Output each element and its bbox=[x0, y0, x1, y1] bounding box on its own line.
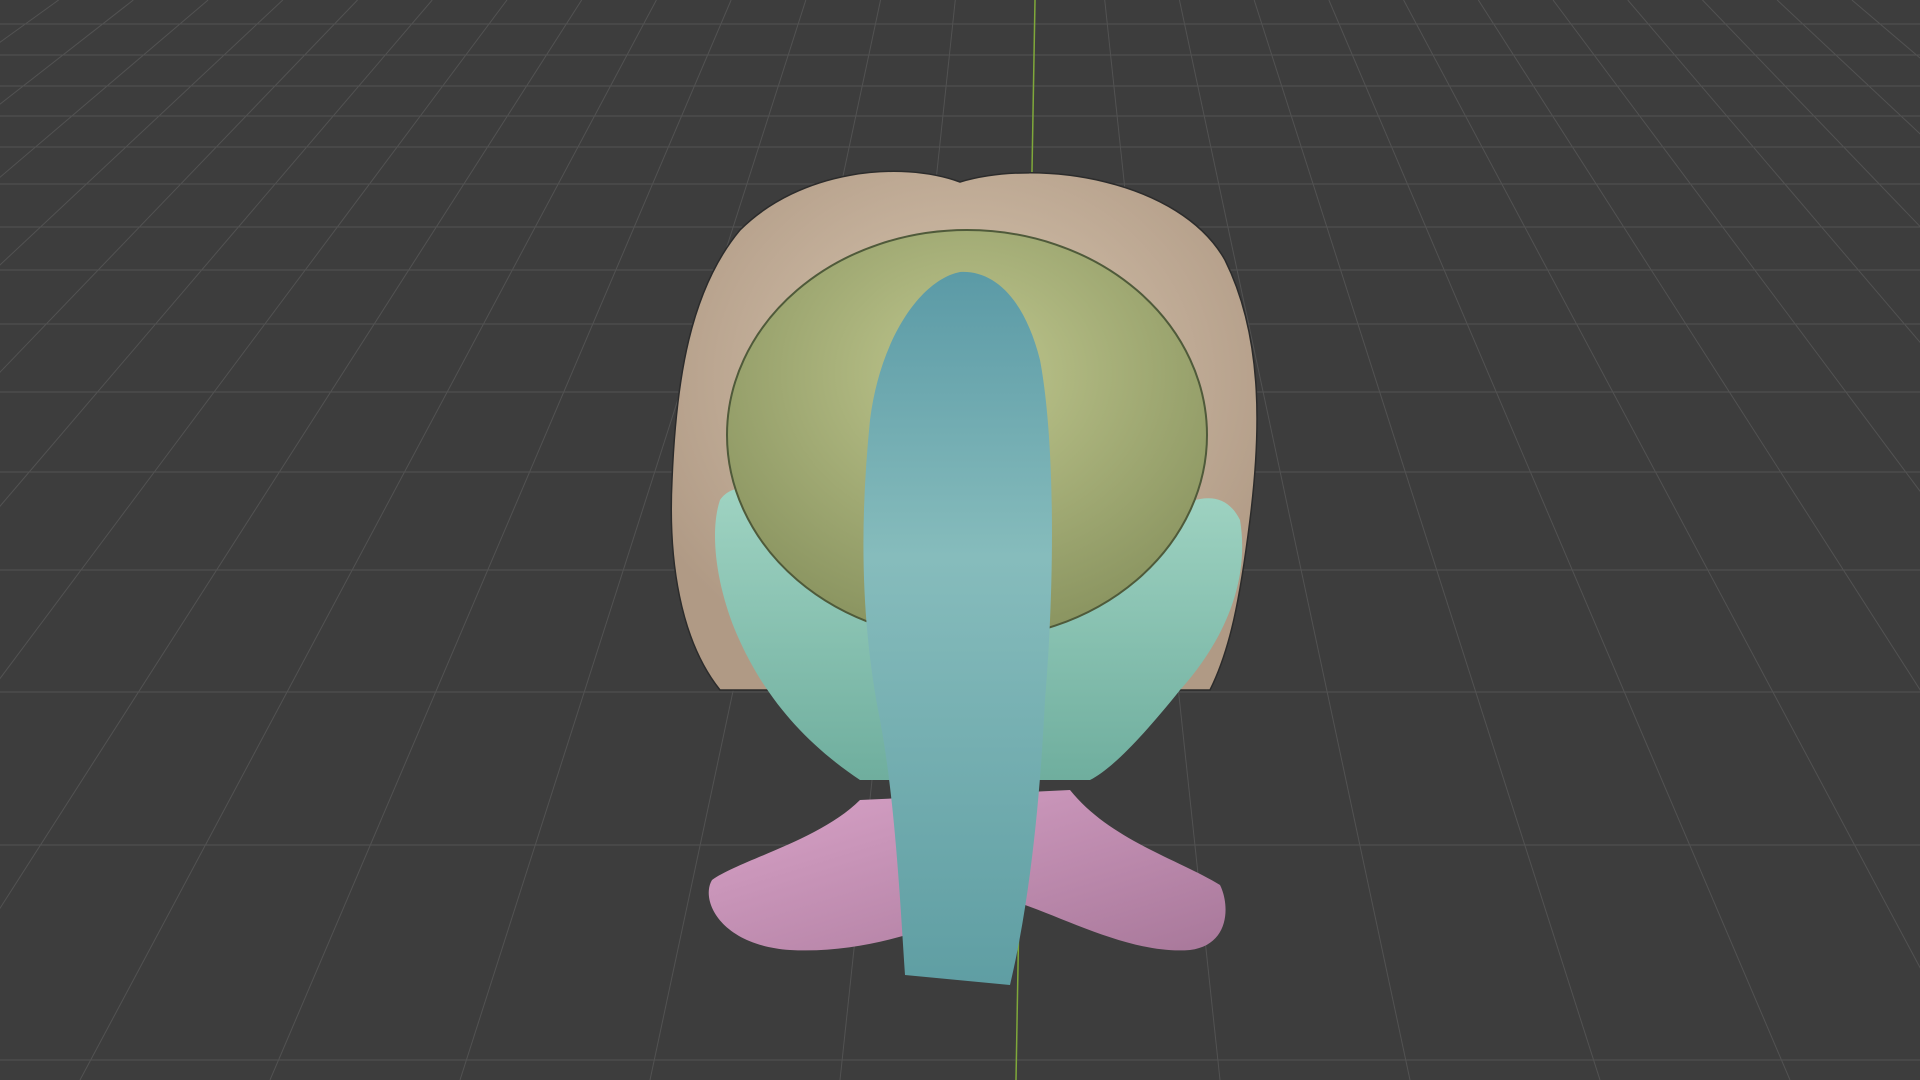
grid-line bbox=[79, 0, 657, 1080]
grid-line bbox=[0, 0, 59, 43]
grid-line bbox=[0, 0, 134, 105]
3d-viewport[interactable] bbox=[0, 0, 1920, 1080]
grid-line bbox=[0, 0, 284, 266]
hair-model[interactable] bbox=[670, 170, 1258, 985]
grid-line bbox=[0, 0, 433, 507]
grid-line bbox=[269, 0, 732, 1080]
grid-line bbox=[1328, 0, 1791, 1080]
grid-line bbox=[0, 0, 508, 680]
grid-line bbox=[1627, 0, 1920, 344]
grid-line bbox=[1552, 0, 1920, 492]
grid-line bbox=[1403, 0, 1920, 969]
grid-line bbox=[1702, 0, 1920, 228]
grid-line bbox=[1253, 0, 1601, 1080]
grid-line bbox=[0, 0, 583, 910]
grid-line bbox=[1477, 0, 1920, 691]
grid-line bbox=[1776, 0, 1920, 135]
grid-line bbox=[1851, 0, 1920, 59]
grid-line bbox=[0, 0, 358, 373]
